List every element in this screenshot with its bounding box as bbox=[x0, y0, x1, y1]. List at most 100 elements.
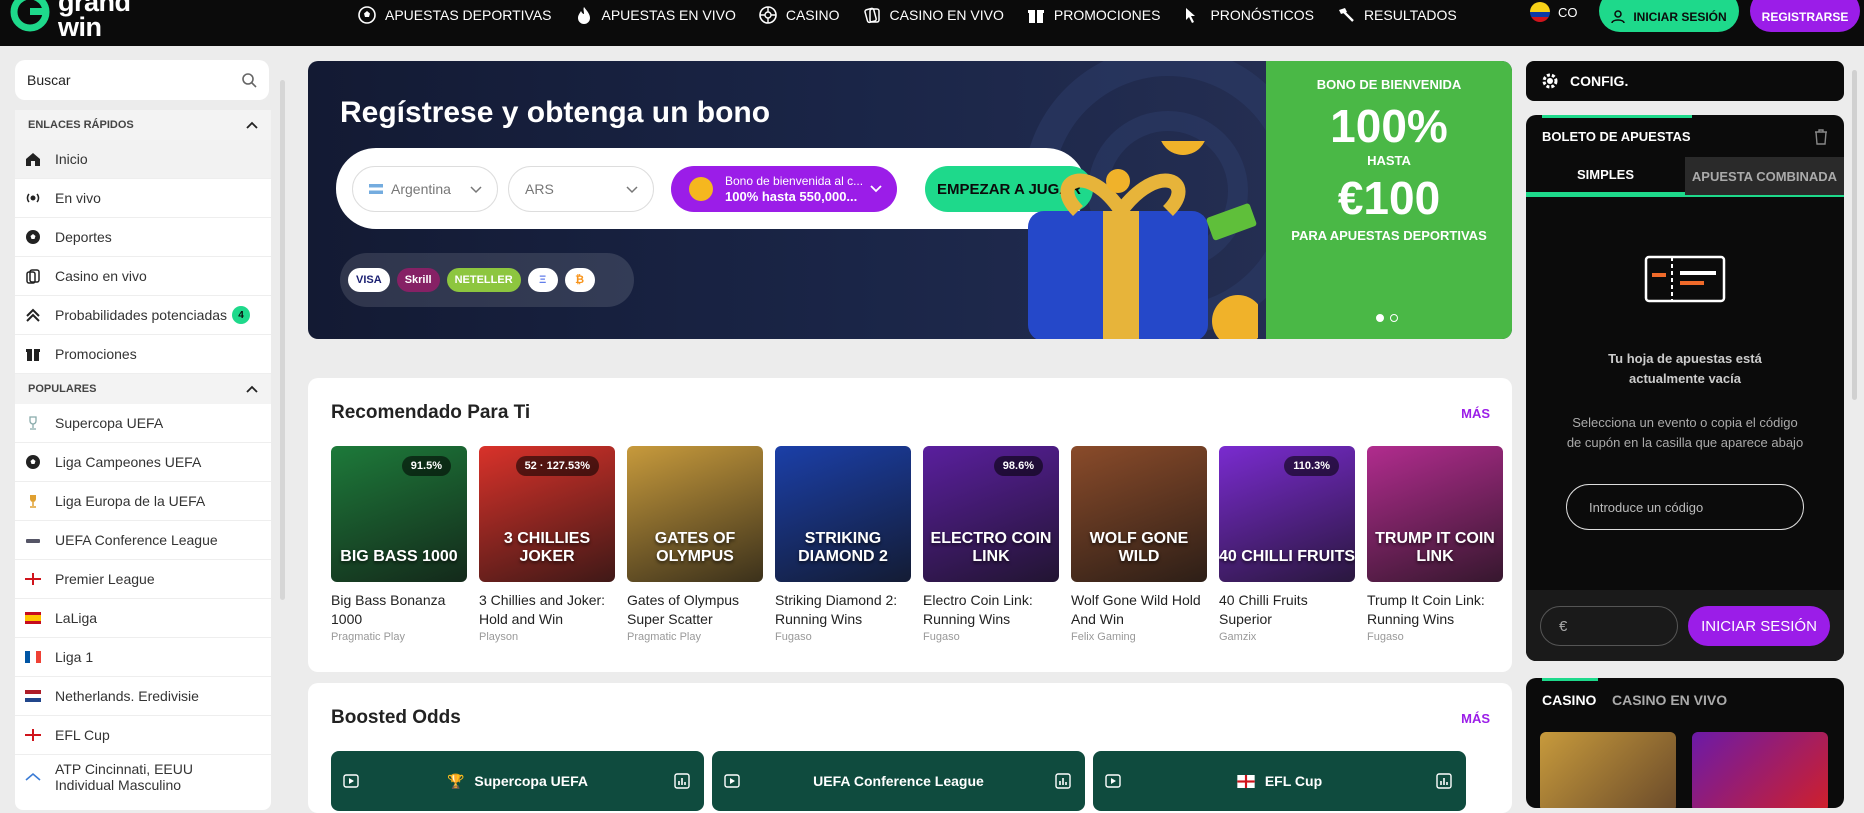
sidebar-item-efl-cup[interactable]: EFL Cup bbox=[15, 716, 271, 755]
currency-select[interactable]: ARS bbox=[508, 166, 654, 212]
game-card[interactable]: ELECTRO COIN LINK 98.6% Electro Coin Link:… bbox=[923, 446, 1059, 643]
tab-single[interactable]: SIMPLES bbox=[1526, 157, 1685, 195]
more-link[interactable]: MÁS bbox=[1461, 406, 1490, 421]
tab-live-casino[interactable]: CASINO EN VIVO bbox=[1612, 692, 1727, 708]
game-title[interactable]: Gates of Olympus Super Scatter bbox=[627, 591, 763, 629]
sidebar-item-label: Liga Europa de la UEFA bbox=[55, 493, 206, 509]
logo-text: grand win bbox=[58, 0, 131, 42]
stats-icon bbox=[674, 773, 690, 789]
boosted-odds-section: Boosted Odds MÁS 🏆 Supercopa UEFA UEFA Co… bbox=[308, 683, 1512, 813]
atp-icon bbox=[25, 769, 41, 785]
sidebar-scrollbar[interactable] bbox=[280, 80, 285, 600]
game-thumbnail[interactable]: BIG BASS 1000 91.5% bbox=[331, 446, 467, 582]
sidebar-item-champions[interactable]: Liga Campeones UEFA bbox=[15, 443, 271, 482]
play-icon bbox=[1105, 774, 1121, 788]
sidebar-item-ligue1[interactable]: Liga 1 bbox=[15, 638, 271, 677]
game-title[interactable]: 40 Chilli Fruits Superior bbox=[1219, 591, 1355, 629]
game-thumbnail[interactable]: GATES OF OLYMPUS bbox=[627, 446, 763, 582]
game-thumbnail[interactable]: TRUMP IT COIN LINK bbox=[1367, 446, 1503, 582]
sidebar-item-home[interactable]: Inicio bbox=[15, 140, 271, 179]
sidebar-item-boosted-odds[interactable]: Probabilidades potenciadas 4 bbox=[15, 296, 271, 335]
game-art-text: 40 CHILLI FRUITS bbox=[1219, 548, 1355, 565]
carousel-dot[interactable] bbox=[1390, 314, 1398, 322]
game-card[interactable]: TRUMP IT COIN LINK Trump It Coin Link: Ru… bbox=[1367, 446, 1503, 643]
game-provider: Fugaso bbox=[775, 631, 812, 643]
ethereum-icon: Ξ bbox=[527, 268, 558, 292]
right-scrollbar[interactable] bbox=[1852, 70, 1857, 400]
quick-links-header[interactable]: ENLACES RÁPIDOS bbox=[15, 110, 271, 140]
tab-combo[interactable]: APUESTA COMBINADA bbox=[1685, 157, 1844, 195]
ticket-icon bbox=[1644, 255, 1726, 303]
popular-header[interactable]: POPULARES bbox=[15, 374, 271, 404]
boosted-card[interactable]: UEFA Conference League bbox=[712, 751, 1085, 811]
game-provider: Pragmatic Play bbox=[627, 631, 701, 643]
config-button[interactable]: CONFIG. bbox=[1526, 61, 1844, 101]
sidebar-item-atp[interactable]: ATP Cincinnati, EEUU Individual Masculin… bbox=[15, 755, 271, 799]
carousel-dot[interactable] bbox=[1376, 314, 1384, 322]
game-thumbnail[interactable]: WOLF GONE WILD bbox=[1071, 446, 1207, 582]
game-title[interactable]: Trump It Coin Link: Running Wins bbox=[1367, 591, 1503, 629]
register-button[interactable]: REGISTRARSE bbox=[1750, 0, 1860, 32]
league-icon bbox=[25, 532, 41, 548]
country-selector[interactable]: CO bbox=[1530, 2, 1578, 22]
sidebar-item-live[interactable]: En vivo bbox=[15, 179, 271, 218]
cards-icon bbox=[863, 6, 881, 24]
sidebar-item-live-casino[interactable]: Casino en vivo bbox=[15, 257, 271, 296]
nav-live-bets[interactable]: APUESTAS EN VIVO bbox=[575, 6, 736, 24]
trophy-icon bbox=[25, 493, 41, 509]
logo[interactable]: grand win bbox=[8, 0, 178, 41]
game-title[interactable]: Big Bass Bonanza 1000 bbox=[331, 591, 467, 629]
game-thumbnail[interactable]: 40 CHILLI FRUITS 110.3% bbox=[1219, 446, 1355, 582]
sidebar-item-eredivisie[interactable]: Netherlands. Eredivisie bbox=[15, 677, 271, 716]
more-link[interactable]: MÁS bbox=[1461, 711, 1490, 726]
casino-game-thumbnail[interactable] bbox=[1692, 732, 1828, 808]
tab-casino[interactable]: CASINO bbox=[1542, 692, 1596, 708]
coupon-code-input[interactable]: Introduce un código bbox=[1566, 484, 1804, 530]
live-icon bbox=[25, 190, 41, 206]
sidebar-item-premier[interactable]: Premier League bbox=[15, 560, 271, 599]
casino-game-thumbnail[interactable] bbox=[1540, 732, 1676, 808]
header-login-button[interactable]: INICIAR SESIÓN bbox=[1599, 0, 1739, 32]
game-thumbnail[interactable]: STRIKING DIAMOND 2 bbox=[775, 446, 911, 582]
game-card[interactable]: 40 CHILLI FRUITS 110.3% 40 Chilli Fruits S… bbox=[1219, 446, 1355, 643]
nav-predictions[interactable]: PRONÓSTICOS bbox=[1183, 6, 1314, 24]
slip-login-button[interactable]: INICIAR SESIÓN bbox=[1688, 606, 1830, 646]
sidebar-item-europa[interactable]: Liga Europa de la UEFA bbox=[15, 482, 271, 521]
bet-slip-tabs: SIMPLES APUESTA COMBINADA bbox=[1526, 157, 1844, 197]
game-card[interactable]: WOLF GONE WILD Wolf Gone Wild Hold And Wi… bbox=[1071, 446, 1207, 643]
sidebar-item-promotions[interactable]: Promociones bbox=[15, 335, 271, 374]
login-label: INICIAR SESIÓN bbox=[1633, 10, 1727, 24]
sidebar-item-label: LaLiga bbox=[55, 610, 98, 626]
game-thumbnail[interactable]: 3 CHILLIES JOKER 52 · 127.53% bbox=[479, 446, 615, 582]
game-thumbnail[interactable]: ELECTRO COIN LINK 98.6% bbox=[923, 446, 1059, 582]
nav-live-casino[interactable]: CASINO EN VIVO bbox=[863, 6, 1004, 24]
game-title[interactable]: 3 Chillies and Joker: Hold and Win bbox=[479, 591, 615, 629]
sidebar-item-laliga[interactable]: LaLiga bbox=[15, 599, 271, 638]
trash-icon[interactable] bbox=[1814, 129, 1828, 145]
stake-input[interactable]: € bbox=[1540, 606, 1678, 646]
england-flag-icon bbox=[25, 571, 41, 587]
boosted-card[interactable]: EFL Cup bbox=[1093, 751, 1466, 811]
sidebar: Buscar ENLACES RÁPIDOS Inicio En vivo De… bbox=[15, 60, 271, 810]
welcome-bonus-panel[interactable]: BONO DE BIENVENIDA 100% HASTA €100 PARA … bbox=[1266, 61, 1512, 339]
promo-hasta: HASTA bbox=[1367, 153, 1411, 168]
nav-promotions[interactable]: PROMOCIONES bbox=[1027, 6, 1160, 24]
boosted-card[interactable]: 🏆 Supercopa UEFA bbox=[331, 751, 704, 811]
sidebar-item-conference[interactable]: UEFA Conference League bbox=[15, 521, 271, 560]
nav-sports[interactable]: APUESTAS DEPORTIVAS bbox=[358, 6, 552, 24]
game-card[interactable]: 3 CHILLIES JOKER 52 · 127.53% 3 Chillies a… bbox=[479, 446, 615, 643]
chevron-up-icon bbox=[246, 121, 258, 129]
game-title[interactable]: Wolf Gone Wild Hold And Win bbox=[1071, 591, 1207, 629]
country-select[interactable]: Argentina bbox=[352, 166, 498, 212]
search-input[interactable]: Buscar bbox=[15, 60, 269, 100]
nav-casino[interactable]: CASINO bbox=[759, 6, 840, 24]
sidebar-item-sports[interactable]: Deportes bbox=[15, 218, 271, 257]
bonus-select[interactable]: Bono de bienvenida al c... 100% hasta 550… bbox=[671, 166, 897, 212]
game-card[interactable]: BIG BASS 1000 91.5% Big Bass Bonanza 1000 P… bbox=[331, 446, 467, 643]
game-title[interactable]: Striking Diamond 2: Running Wins bbox=[775, 591, 911, 629]
nav-results[interactable]: RESULTADOS bbox=[1337, 6, 1457, 24]
sidebar-item-supercopa[interactable]: Supercopa UEFA bbox=[15, 404, 271, 443]
game-card[interactable]: STRIKING DIAMOND 2 Striking Diamond 2: Ru… bbox=[775, 446, 911, 643]
game-card[interactable]: GATES OF OLYMPUS Gates of Olympus Super S… bbox=[627, 446, 763, 643]
game-title[interactable]: Electro Coin Link: Running Wins bbox=[923, 591, 1059, 629]
